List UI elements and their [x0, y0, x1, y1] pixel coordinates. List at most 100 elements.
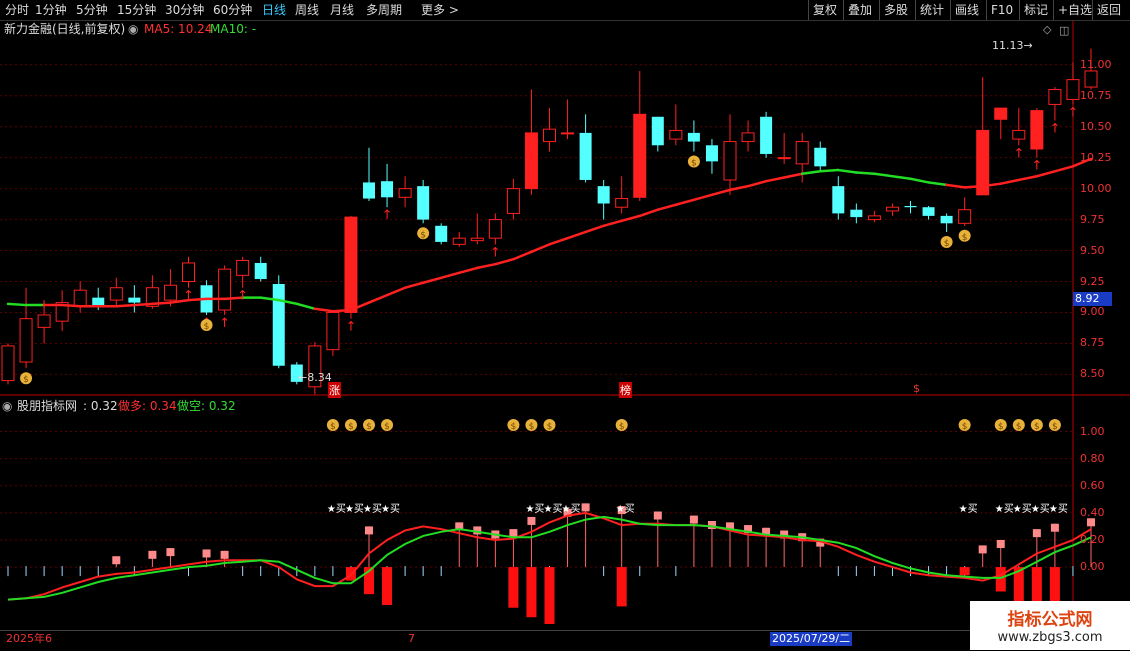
indicator-neg-bar — [544, 567, 555, 624]
indicator-value: : 0.32 — [83, 399, 118, 413]
candle-body — [1048, 89, 1062, 105]
indicator-neg-bar — [995, 567, 1006, 592]
ma-segment — [295, 302, 317, 311]
watermark-title: 指标公式网 — [1007, 610, 1093, 630]
price-tick: 10.75 — [1080, 88, 1112, 102]
diamond-icon[interactable]: ◇ — [1043, 23, 1052, 36]
low-price-label: ←8.34 — [298, 371, 332, 384]
money-bag-sign: $ — [1034, 422, 1040, 432]
ma-segment — [764, 176, 786, 183]
indicator-bar-top — [1087, 518, 1095, 527]
watermark-logo: 指标公式网 www.zbgs3.com — [970, 601, 1130, 650]
price-tick: 9.25 — [1080, 274, 1105, 288]
candle-body — [326, 311, 340, 351]
buy-signal: ★买 — [544, 503, 563, 515]
main-grid — [0, 64, 1073, 375]
indicator-pane: $ $ $ $ $ $ $ $ $ $ $ $ $★买 ★买 ★买 ★买 ★买 ★买 ★买 ★买 ★买 ★买 ★买 ★买 ★买 — [7, 419, 1095, 624]
ma-segment — [746, 179, 768, 188]
collapse-circle-icon[interactable]: ◉ — [2, 398, 12, 414]
date-label-month: 7 — [408, 632, 415, 645]
ma-segment — [439, 271, 461, 280]
ma-segment — [512, 250, 533, 261]
candle-body — [597, 186, 610, 204]
ma-segment — [837, 168, 858, 174]
indicator-neg-bar — [959, 567, 970, 576]
candle-body — [723, 141, 737, 181]
ma-segment — [548, 236, 569, 246]
candle-body — [867, 215, 881, 221]
buy-signal: ★买 — [363, 503, 382, 515]
candle-body — [1, 345, 15, 382]
candle-body — [760, 116, 773, 154]
money-bag-sign: $ — [348, 422, 354, 432]
ma-segment — [385, 286, 407, 297]
candle-body — [254, 262, 267, 280]
buy-signal: ★买 — [345, 503, 364, 515]
indicator-bar-top — [689, 515, 698, 524]
date-label-start: 2025年6 — [6, 632, 52, 645]
dollar-icon[interactable]: $ — [913, 382, 920, 395]
price-tick: 9.00 — [1080, 305, 1105, 319]
candle-body — [128, 297, 141, 303]
kline-chart[interactable]: ↑↑↑↑↑↑↑↑↑↑↑$$$$$$ $$$$$$$$$$$$$★买★买★买★买★… — [0, 0, 1130, 650]
indicator-bar-top — [112, 556, 121, 565]
high-price-label: 11.13→ — [992, 39, 1033, 52]
ma-segment — [855, 171, 876, 176]
candle-body — [687, 132, 700, 142]
money-bag-sign: $ — [204, 322, 210, 332]
candle-body — [488, 219, 502, 239]
indicator-tick: 0.80 — [1080, 451, 1105, 465]
buy-signal: ★买 — [959, 503, 978, 515]
buy-signal: ★买 — [381, 503, 400, 515]
ma-segment — [1053, 165, 1075, 173]
watermark-url: www.zbgs3.com — [997, 630, 1103, 645]
candle-body — [579, 132, 592, 180]
zuoduo-label: 做多: 0.34 — [118, 399, 177, 413]
ma-segment — [1017, 174, 1039, 182]
candle-body — [37, 314, 51, 328]
money-bag-sign: $ — [944, 239, 950, 249]
limit-up-badge[interactable]: 涨 — [328, 382, 341, 398]
money-bag-sign: $ — [529, 422, 535, 432]
candle-body — [417, 186, 430, 220]
candle-body — [19, 318, 33, 363]
candle-body — [940, 215, 953, 224]
ma-segment — [313, 307, 335, 313]
candle-body — [435, 225, 448, 242]
indicator-neg-bar — [526, 567, 537, 618]
ma-segment — [656, 203, 678, 211]
ma-segment — [692, 193, 714, 202]
candle-body — [832, 186, 845, 214]
ma-segment — [458, 266, 479, 275]
ma-segment — [963, 184, 984, 189]
buy-signal: ★买 — [1031, 503, 1050, 515]
ma-segment — [800, 170, 822, 176]
money-bag-sign: $ — [1052, 422, 1058, 432]
ma-segment — [584, 224, 605, 234]
up-arrow-icon: ↑ — [1067, 105, 1078, 120]
candle-body — [1084, 70, 1098, 88]
ma-segment — [782, 172, 804, 179]
candles — [1, 48, 1098, 395]
window-toggle-icon[interactable]: ◫ — [1059, 24, 1069, 37]
indicator-neg-bar — [382, 567, 393, 606]
candle-body — [272, 284, 285, 366]
ma-segment — [674, 198, 696, 206]
candle-body-filled — [344, 217, 357, 313]
candle-body — [651, 116, 664, 146]
indicator-tick: 0.00 — [1080, 560, 1105, 574]
indicator-bar-top — [653, 511, 662, 520]
ma-segment — [566, 230, 587, 240]
ma-segment — [403, 281, 425, 289]
candle-body — [236, 259, 250, 276]
dragon-tiger-badge[interactable]: 榜 — [619, 382, 632, 398]
buy-signal: ★买 — [1049, 503, 1068, 515]
ma-segment — [638, 208, 660, 218]
ma-segment — [927, 181, 948, 187]
candle-body — [218, 268, 232, 311]
candle-body — [904, 205, 917, 208]
candle-body-filled — [525, 132, 538, 189]
ma-segment — [421, 276, 443, 285]
price-tick: 8.50 — [1080, 367, 1105, 381]
indicator-neg-bar — [508, 567, 519, 608]
